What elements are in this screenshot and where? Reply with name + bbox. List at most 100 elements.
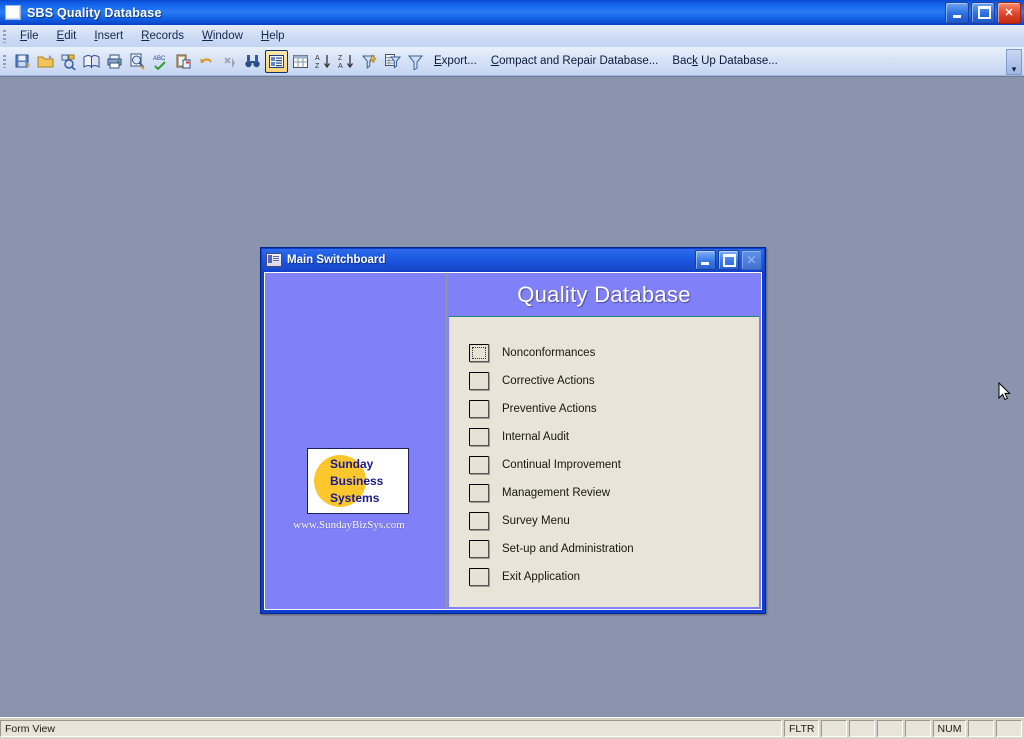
switchboard-close-button: ✕: [741, 250, 762, 270]
switchboard-button-icon[interactable]: [469, 512, 489, 530]
menu-drag-handle[interactable]: [3, 29, 6, 43]
menu-item-records[interactable]: Records: [132, 28, 193, 44]
menu-item-window[interactable]: Window: [193, 28, 252, 44]
find-binoculars-icon[interactable]: [242, 51, 263, 72]
sunday-business-systems-logo: Sunday Business Systems www.SundayBizSys…: [293, 448, 409, 531]
status-filter-panel: FLTR: [784, 720, 820, 737]
svg-text:Z: Z: [315, 63, 320, 70]
undo-icon[interactable]: [196, 51, 217, 72]
sort-ascending-icon[interactable]: AZ: [313, 51, 334, 72]
switchboard-button-icon[interactable]: [469, 428, 489, 446]
switchboard-item-label: Internal Audit: [502, 431, 570, 443]
switchboard-minimize-button[interactable]: [695, 250, 716, 270]
status-numlock-label: NUM: [937, 722, 962, 735]
print-preview-icon[interactable]: [127, 51, 148, 72]
switchboard-item-management-review[interactable]: Management Review: [449, 479, 759, 507]
application-icon: [5, 5, 21, 20]
status-view-panel: Form View: [0, 720, 782, 737]
switchboard-item-label: Continual Improvement: [502, 459, 621, 471]
svg-text:Z: Z: [338, 55, 343, 62]
minimize-button[interactable]: [945, 2, 969, 24]
switchboard-blank-strip: [449, 316, 759, 336]
menu-item-insert[interactable]: Insert: [85, 28, 132, 44]
mouse-cursor: [998, 381, 1012, 402]
compact-and-repair-database-button[interactable]: Compact and Repair Database...: [484, 53, 666, 69]
switchboard-maximize-button[interactable]: [718, 250, 739, 270]
switchboard-item-preventive-actions[interactable]: Preventive Actions: [449, 395, 759, 423]
menu-item-help[interactable]: Help: [252, 28, 294, 44]
logo-line-1: Sunday: [330, 457, 374, 471]
relationships-icon[interactable]: [58, 51, 79, 72]
spelling-icon[interactable]: ABC: [150, 51, 171, 72]
status-numlock-panel: NUM: [932, 720, 967, 737]
status-view-label: Form View: [5, 722, 55, 735]
open-folder-icon[interactable]: [35, 51, 56, 72]
export-button[interactable]: Export...: [427, 53, 484, 69]
menu-item-file[interactable]: File: [11, 28, 48, 44]
switchboard-item-survey-menu[interactable]: Survey Menu: [449, 507, 759, 535]
logo-line-3: Systems: [330, 491, 380, 505]
switchboard-button-icon[interactable]: [469, 372, 489, 390]
switchboard-item-internal-audit[interactable]: Internal Audit: [449, 423, 759, 451]
sort-descending-icon[interactable]: ZA: [336, 51, 357, 72]
switchboard-title: Main Switchboard: [287, 254, 386, 266]
paste-icon[interactable]: [173, 51, 194, 72]
status-bar: Form View FLTR NUM: [0, 717, 1024, 739]
switchboard-item-continual-improvement[interactable]: Continual Improvement: [449, 451, 759, 479]
print-icon[interactable]: [104, 51, 125, 72]
switchboard-button-icon[interactable]: [469, 456, 489, 474]
switchboard-item-label: Nonconformances: [502, 347, 596, 359]
switchboard-item-set-up-and-administration[interactable]: Set-up and Administration: [449, 535, 759, 563]
status-empty-panel-3: [877, 720, 903, 737]
switchboard-button-icon[interactable]: [469, 568, 489, 586]
switchboard-item-label: Survey Menu: [502, 515, 570, 527]
close-button[interactable]: ✕: [997, 2, 1021, 24]
switchboard-button-icon[interactable]: [469, 540, 489, 558]
switchboard-button-icon[interactable]: [469, 484, 489, 502]
restore-button[interactable]: [971, 2, 995, 24]
status-filter-label: FLTR: [789, 722, 815, 735]
toolbar: ABC AZ ZA Export... Compact and Repair D…: [0, 47, 1024, 76]
switchboard-button-icon[interactable]: [469, 400, 489, 418]
redo-icon[interactable]: [219, 51, 240, 72]
switchboard-logo-panel: Sunday Business Systems www.SundayBizSys…: [265, 273, 447, 609]
switchboard-title-bar[interactable]: Main Switchboard ✕: [262, 249, 764, 271]
apply-filter-icon[interactable]: [405, 51, 426, 72]
logo-image: Sunday Business Systems: [307, 448, 409, 514]
logo-website-url: www.SundayBizSys.com: [293, 519, 405, 531]
toolbar-options-button[interactable]: ▾: [1006, 49, 1022, 75]
toolbar-drag-handle[interactable]: [3, 54, 6, 68]
mdi-client-area: Main Switchboard ✕ Sunday Business Syste…: [0, 76, 1024, 718]
save-icon[interactable]: [12, 51, 33, 72]
switchboard-item-label: Preventive Actions: [502, 403, 597, 415]
back-up-database-button[interactable]: Back Up Database...: [665, 53, 784, 69]
main-switchboard-window: Main Switchboard ✕ Sunday Business Syste…: [260, 247, 766, 614]
title-bar: SBS Quality Database ✕: [0, 0, 1024, 25]
book-icon[interactable]: [81, 51, 102, 72]
filter-by-selection-icon[interactable]: [359, 51, 380, 72]
menu-item-edit[interactable]: Edit: [48, 28, 86, 44]
switchboard-header-band: Quality Database: [447, 273, 761, 316]
switchboard-item-label: Set-up and Administration: [502, 543, 634, 555]
application-window: SBS Quality Database ✕ File Edit Insert …: [0, 0, 1024, 739]
logo-line-2: Business: [330, 474, 384, 488]
datasheet-view-icon[interactable]: [290, 51, 311, 72]
properties-icon[interactable]: [265, 49, 288, 73]
window-controls: ✕: [945, 2, 1021, 24]
switchboard-item-exit-application[interactable]: Exit Application: [449, 563, 759, 591]
status-empty-panel-1: [821, 720, 848, 737]
switchboard-item-nonconformances[interactable]: Nonconformances: [449, 339, 759, 367]
status-empty-panel-5: [968, 720, 995, 737]
menu-bar: File Edit Insert Records Window Help: [0, 25, 1024, 48]
status-empty-panel-6: [996, 720, 1022, 737]
form-window-icon: [266, 253, 282, 267]
switchboard-item-corrective-actions[interactable]: Corrective Actions: [449, 367, 759, 395]
filter-by-form-icon[interactable]: [382, 51, 403, 72]
svg-text:A: A: [315, 55, 320, 62]
switchboard-button-icon[interactable]: [469, 344, 489, 362]
switchboard-item-list: Nonconformances Corrective Actions Preve…: [449, 335, 759, 607]
switchboard-item-label: Corrective Actions: [502, 375, 595, 387]
switchboard-item-label: Exit Application: [502, 571, 580, 583]
svg-text:ABC: ABC: [153, 56, 166, 62]
switchboard-menu-panel: Quality Database Nonconformances Correct…: [447, 273, 761, 609]
